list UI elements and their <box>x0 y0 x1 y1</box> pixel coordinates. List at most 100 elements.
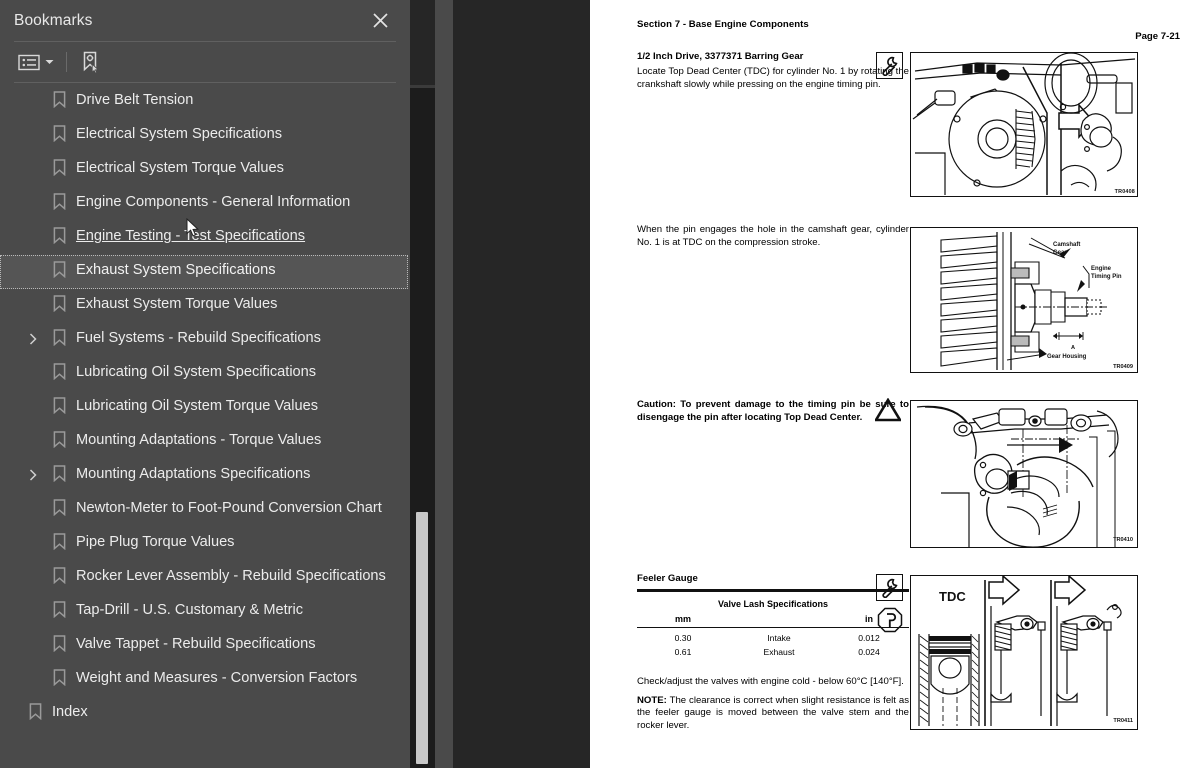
bookmark-item[interactable]: Electrical System Specifications <box>0 119 410 153</box>
svg-text:Gear: Gear <box>1053 250 1067 256</box>
bookmark-item[interactable]: Exhaust System Torque Values <box>0 289 410 323</box>
valve-lash-table: Valve Lash Specifications mm in 0.30 Int… <box>637 589 909 658</box>
block-1-body: Locate Top Dead Center (TDC) for cylinde… <box>637 66 909 90</box>
bookmark-label: Lubricating Oil System Torque Values <box>76 398 318 414</box>
figure-id-3: TR0410 <box>1113 537 1133 543</box>
cell-in: 0.024 <box>858 647 880 657</box>
note-prefix: NOTE: <box>637 694 667 706</box>
bookmark-item[interactable]: Drive Belt Tension <box>0 85 410 119</box>
bookmark-icon <box>46 295 72 315</box>
pdf-viewer-window: Bookmarks Drive Belt Tension Electrical … <box>0 0 1200 768</box>
note-line-1: Check/adjust the valves with engine cold… <box>637 676 904 687</box>
bookmark-icon <box>46 567 72 587</box>
chevron-right-icon[interactable] <box>26 332 40 346</box>
bookmark-label: Engine Testing - Test Specifications <box>76 228 306 244</box>
bookmark-icon <box>46 669 72 689</box>
figure-camshaft-gear: A Camshaft Gear Engine Timing Pin Gear H… <box>910 227 1138 373</box>
note-line-2: NOTE: The clearance is correct when slig… <box>637 695 909 733</box>
cell-mm: 0.30 <box>674 633 692 643</box>
bookmark-label: Index <box>52 704 88 720</box>
cell-name: Intake <box>767 633 791 643</box>
bookmark-icon <box>46 227 72 247</box>
bookmark-item[interactable]: Fuel Systems - Rebuild Specifications <box>0 323 410 357</box>
feeler-note-block: Check/adjust the valves with engine cold… <box>637 676 909 732</box>
bookmark-item[interactable]: Exhaust System Specifications <box>0 255 408 289</box>
figure-timing-pin-hand: TR0410 <box>910 400 1138 548</box>
chevron-right-icon[interactable] <box>26 468 40 482</box>
column-header-blank <box>729 614 829 624</box>
svg-text:A: A <box>1071 345 1075 351</box>
bookmark-item[interactable]: Mounting Adaptations - Torque Values <box>0 425 410 459</box>
bookmark-label: Engine Components - General Information <box>76 194 351 210</box>
bookmark-item[interactable]: Tap-Drill - U.S. Customary & Metric <box>0 595 410 629</box>
bookmark-label: Mounting Adaptations Specifications <box>76 466 311 482</box>
wrench-icon <box>876 52 903 79</box>
bookmark-icon <box>46 329 72 349</box>
cell-mm: 0.61 <box>674 647 692 657</box>
bookmark-icon <box>46 261 72 281</box>
bookmark-label: Lubricating Oil System Specifications <box>76 364 317 380</box>
cell-name: Exhaust <box>763 647 795 657</box>
section-header: Section 7 - Base Engine Components <box>637 19 809 30</box>
figure-id-1: TR0408 <box>1115 189 1135 195</box>
bookmark-label: Electrical System Specifications <box>76 126 283 142</box>
bookmark-icon <box>46 91 72 111</box>
warning-triangle-icon <box>873 397 903 422</box>
bookmarks-sidebar: Bookmarks Drive Belt Tension Electrical … <box>0 0 435 768</box>
bookmark-item[interactable]: Weight and Measures - Conversion Factors <box>0 663 410 697</box>
bookmark-item[interactable]: Lubricating Oil System Specifications <box>0 357 410 391</box>
wrench-icon <box>876 574 903 601</box>
bookmarks-list[interactable]: Drive Belt Tension Electrical System Spec… <box>0 85 410 768</box>
bookmark-item[interactable]: Valve Tappet - Rebuild Specifications <box>0 629 410 663</box>
close-icon[interactable] <box>366 6 394 34</box>
bookmark-item[interactable]: Engine Components - General Information <box>0 187 410 221</box>
page-number: Page 7-21 <box>1135 31 1180 42</box>
bookmark-label: Pipe Plug Torque Values <box>76 534 235 550</box>
bookmark-item[interactable]: Mounting Adaptations Specifications <box>0 459 410 493</box>
bookmarks-toolbar <box>0 42 410 82</box>
figure-id-4: TR0411 <box>1113 718 1133 724</box>
bookmark-icon <box>46 193 72 213</box>
table-row: 0.30 Intake 0.012 <box>637 628 909 644</box>
chevron-down-icon[interactable] <box>42 48 56 76</box>
bookmark-icon <box>46 125 72 145</box>
bookmark-label: Valve Tappet - Rebuild Specifications <box>76 636 316 652</box>
feeler-gauge-heading: Feeler Gauge <box>637 573 698 584</box>
table-header-row: mm in <box>637 614 909 627</box>
bookmark-item[interactable]: Newton-Meter to Foot-Pound Conversion Ch… <box>0 493 410 527</box>
feeler-gauge-icon <box>876 606 903 633</box>
bookmarks-scrollbar-thumb[interactable] <box>416 512 428 764</box>
block-2-body: When the pin engages the hole in the cam… <box>637 224 909 248</box>
document-page: Section 7 - Base Engine Components Page … <box>590 0 1200 768</box>
toolbar-divider <box>14 82 396 83</box>
block-2-text: When the pin engages the hole in the cam… <box>637 224 909 249</box>
bookmarks-header: Bookmarks <box>0 0 410 41</box>
bookmark-icon <box>46 635 72 655</box>
bookmark-item[interactable]: Electrical System Torque Values <box>0 153 410 187</box>
bookmark-label: Drive Belt Tension <box>76 92 194 108</box>
figure-label-gear-housing: Gear Housing <box>1047 354 1087 360</box>
new-bookmark-icon[interactable] <box>77 48 105 76</box>
bookmark-item[interactable]: Engine Testing - Test Specifications <box>0 221 410 255</box>
figure-label-tdc: TDC <box>939 589 966 604</box>
bookmark-icon <box>46 397 72 417</box>
bookmark-item[interactable]: Lubricating Oil System Torque Values <box>0 391 410 425</box>
table-row: 0.61 Exhaust 0.024 <box>637 644 909 658</box>
bookmark-label: Electrical System Torque Values <box>76 160 284 176</box>
bookmark-icon <box>46 499 72 519</box>
list-options-icon[interactable] <box>16 48 42 76</box>
block-3-text: Caution: To prevent damage to the timing… <box>637 399 909 424</box>
bookmark-icon <box>46 465 72 485</box>
bookmark-label: Tap-Drill - U.S. Customary & Metric <box>76 602 304 618</box>
svg-text:Timing Pin: Timing Pin <box>1091 274 1122 280</box>
valve-lash-title: Valve Lash Specifications <box>717 599 829 609</box>
bookmark-item[interactable]: Pipe Plug Torque Values <box>0 527 410 561</box>
figure-barring-gear: TR0408 <box>910 52 1138 197</box>
bookmark-label: Exhaust System Torque Values <box>76 296 278 312</box>
bookmark-item[interactable]: Rocker Lever Assembly - Rebuild Specific… <box>0 561 410 595</box>
toolbar-separator <box>66 52 67 72</box>
bookmark-item[interactable]: Index <box>0 697 410 731</box>
bookmark-label: Rocker Lever Assembly - Rebuild Specific… <box>76 568 386 584</box>
panel-divider[interactable] <box>435 0 883 768</box>
bookmark-label: Mounting Adaptations - Torque Values <box>76 432 322 448</box>
